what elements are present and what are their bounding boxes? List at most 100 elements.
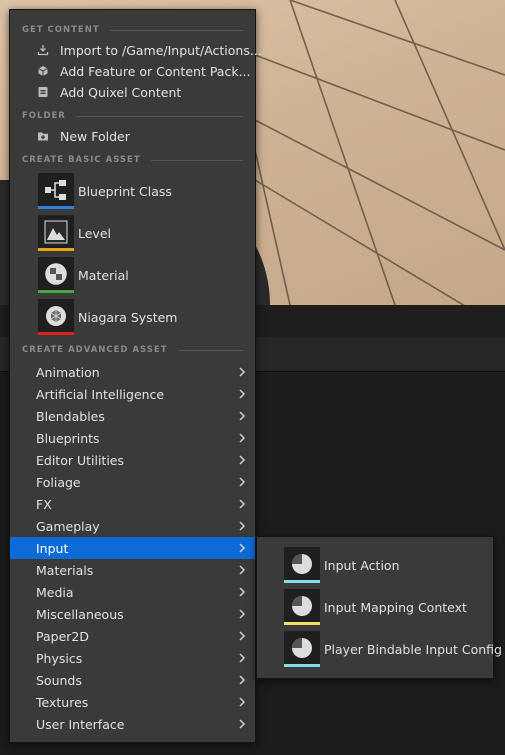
asset-color-bar xyxy=(284,622,320,625)
niagara-icon xyxy=(38,299,74,335)
asset-color-bar xyxy=(38,332,74,335)
niagara-system-item[interactable]: Niagara System xyxy=(10,297,255,339)
category-label: Blendables xyxy=(36,408,105,424)
asset-color-bar xyxy=(38,206,74,209)
category-fx[interactable]: FX xyxy=(10,493,255,515)
import-menu-item[interactable]: Import to /Game/Input/Actions... xyxy=(10,40,262,61)
add-new-context-menu: GET CONTENT Import to /Game/Input/Action… xyxy=(9,9,262,743)
content-pack-icon xyxy=(37,65,49,77)
category-label: Artificial Intelligence xyxy=(36,386,165,402)
category-blendables[interactable]: Blendables xyxy=(10,405,255,427)
category-label: Textures xyxy=(36,694,89,710)
chevron-right-icon xyxy=(237,432,247,444)
add-quixel-content-item[interactable]: Add Quixel Content xyxy=(10,82,255,103)
menu-item-label: Add Quixel Content xyxy=(60,85,182,100)
asset-label: Level xyxy=(78,226,111,241)
category-materials[interactable]: Materials xyxy=(10,559,255,581)
import-icon xyxy=(37,44,49,56)
category-editor-utilities[interactable]: Editor Utilities xyxy=(10,449,255,471)
asset-label: Blueprint Class xyxy=(78,184,172,199)
category-sounds[interactable]: Sounds xyxy=(10,669,255,691)
chevron-right-icon xyxy=(237,388,247,400)
asset-label: Niagara System xyxy=(78,310,178,325)
category-animation[interactable]: Animation xyxy=(10,361,255,383)
asset-label: Material xyxy=(78,268,129,283)
asset-color-bar xyxy=(284,580,320,583)
chevron-right-icon xyxy=(237,630,247,642)
submenu-item-label: Input Mapping Context xyxy=(324,600,467,615)
chevron-right-icon xyxy=(237,696,247,708)
category-miscellaneous[interactable]: Miscellaneous xyxy=(10,603,255,625)
category-blueprints[interactable]: Blueprints xyxy=(10,427,255,449)
material-item[interactable]: Material xyxy=(10,255,255,297)
category-label: Miscellaneous xyxy=(36,606,124,622)
category-gameplay[interactable]: Gameplay xyxy=(10,515,255,537)
chevron-right-icon xyxy=(237,718,247,730)
chevron-right-icon xyxy=(237,498,247,510)
category-label: Editor Utilities xyxy=(36,452,125,468)
category-label: Materials xyxy=(36,562,94,578)
asset-color-bar xyxy=(38,248,74,251)
level-icon xyxy=(38,215,74,251)
blueprint-class-item[interactable]: Blueprint Class xyxy=(10,171,255,213)
input-submenu: Input Action Input Mapping Context Playe… xyxy=(256,536,502,679)
chevron-right-icon xyxy=(237,542,247,554)
input-mapping-context-icon xyxy=(284,589,320,625)
category-label: Blueprints xyxy=(36,430,100,446)
category-label: Media xyxy=(36,584,74,600)
menu-item-label: New Folder xyxy=(60,129,130,144)
category-label: Input xyxy=(36,540,69,556)
material-icon xyxy=(38,257,74,293)
submenu-item-label: Input Action xyxy=(324,558,400,573)
category-label: Animation xyxy=(36,364,100,380)
category-artificial-intelligence[interactable]: Artificial Intelligence xyxy=(10,383,255,405)
input-mapping-context-item[interactable]: Input Mapping Context xyxy=(257,586,493,628)
chevron-right-icon xyxy=(237,586,247,598)
menu-item-label: Import to /Game/Input/Actions... xyxy=(60,43,262,58)
chevron-right-icon xyxy=(237,564,247,576)
chevron-right-icon xyxy=(237,454,247,466)
section-label: FOLDER xyxy=(22,111,66,121)
chevron-right-icon xyxy=(237,520,247,532)
chevron-right-icon xyxy=(237,652,247,664)
asset-color-bar xyxy=(284,664,320,667)
category-user-interface[interactable]: User Interface xyxy=(10,713,255,735)
section-create-advanced-asset: CREATE ADVANCED ASSET xyxy=(22,343,243,357)
category-label: User Interface xyxy=(36,716,125,732)
chevron-right-icon xyxy=(237,410,247,422)
category-label: Gameplay xyxy=(36,518,100,534)
chevron-right-icon xyxy=(237,608,247,620)
chevron-right-icon xyxy=(237,674,247,686)
chevron-right-icon xyxy=(237,366,247,378)
category-physics[interactable]: Physics xyxy=(10,647,255,669)
category-label: Physics xyxy=(36,650,83,666)
category-foliage[interactable]: Foliage xyxy=(10,471,255,493)
category-paper2d[interactable]: Paper2D xyxy=(10,625,255,647)
section-label: CREATE ADVANCED ASSET xyxy=(22,345,168,355)
menu-item-label: Add Feature or Content Pack... xyxy=(60,64,251,79)
category-label: Paper2D xyxy=(36,628,89,644)
category-label: FX xyxy=(36,496,52,512)
add-feature-content-pack-item[interactable]: Add Feature or Content Pack... xyxy=(10,61,255,82)
section-get-content: GET CONTENT xyxy=(22,23,243,37)
chevron-right-icon xyxy=(237,476,247,488)
section-label: CREATE BASIC ASSET xyxy=(22,155,141,165)
category-label: Sounds xyxy=(36,672,82,688)
new-folder-item[interactable]: New Folder xyxy=(10,126,255,147)
input-action-item[interactable]: Input Action xyxy=(257,544,493,586)
new-folder-icon xyxy=(37,130,49,142)
section-create-basic-asset: CREATE BASIC ASSET xyxy=(22,153,243,167)
category-input[interactable]: Input xyxy=(10,537,255,559)
asset-color-bar xyxy=(38,290,74,293)
category-textures[interactable]: Textures xyxy=(10,691,255,713)
quixel-icon xyxy=(37,86,49,98)
submenu-item-label: Player Bindable Input Config xyxy=(324,642,502,657)
category-media[interactable]: Media xyxy=(10,581,255,603)
section-folder: FOLDER xyxy=(22,109,243,123)
level-item[interactable]: Level xyxy=(10,213,255,255)
category-label: Foliage xyxy=(36,474,81,490)
section-label: GET CONTENT xyxy=(22,25,100,35)
input-config-icon xyxy=(284,631,320,667)
blueprint-icon xyxy=(38,173,74,209)
player-bindable-input-config-item[interactable]: Player Bindable Input Config xyxy=(257,628,502,670)
